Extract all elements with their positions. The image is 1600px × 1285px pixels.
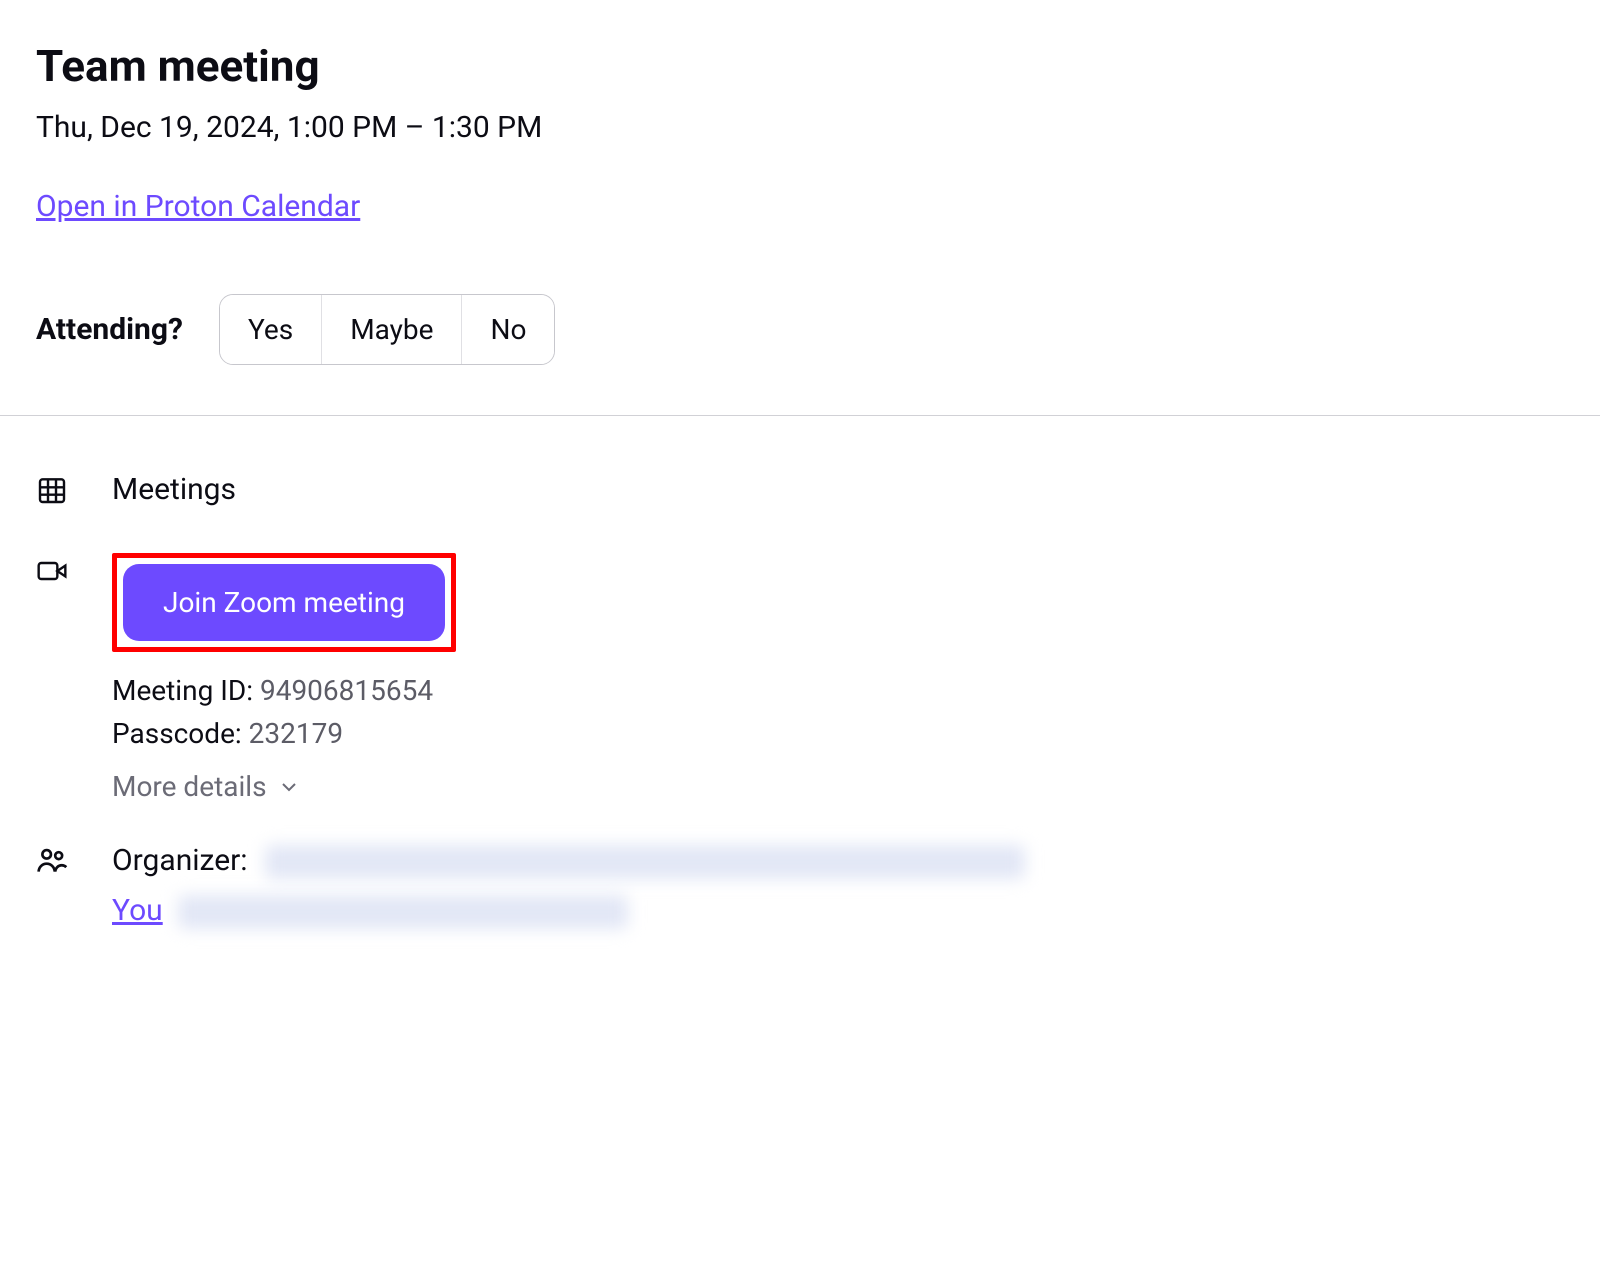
you-link[interactable]: You xyxy=(112,893,163,928)
open-in-calendar-link[interactable]: Open in Proton Calendar xyxy=(36,189,360,224)
meeting-id-label: Meeting ID: xyxy=(112,674,253,707)
passcode-row: Passcode: 232179 xyxy=(112,717,1564,750)
video-icon xyxy=(36,553,72,594)
attending-label: Attending? xyxy=(36,312,183,347)
you-line: You xyxy=(112,893,1564,929)
meeting-id-value: 94906815654 xyxy=(260,674,433,707)
participants-row: Organizer: You xyxy=(36,843,1564,943)
video-conference-row: Join Zoom meeting Meeting ID: 9490681565… xyxy=(36,553,1564,803)
people-icon xyxy=(36,843,72,884)
more-details-label: More details xyxy=(112,770,267,803)
join-zoom-button[interactable]: Join Zoom meeting xyxy=(123,564,445,641)
you-redacted xyxy=(178,895,628,929)
highlight-annotation: Join Zoom meeting xyxy=(112,553,456,652)
passcode-label: Passcode: xyxy=(112,717,242,750)
event-title: Team meeting xyxy=(36,40,1564,92)
attending-yes-button[interactable]: Yes xyxy=(220,295,321,364)
passcode-value: 232179 xyxy=(249,717,343,750)
attending-row: Attending? Yes Maybe No xyxy=(36,294,1564,365)
organizer-redacted xyxy=(265,845,1025,879)
attending-no-button[interactable]: No xyxy=(461,295,554,364)
organizer-line: Organizer: xyxy=(112,843,1564,879)
organizer-label: Organizer: xyxy=(112,843,248,878)
more-details-toggle[interactable]: More details xyxy=(112,770,301,803)
section-divider xyxy=(0,415,1600,416)
calendar-row: Meetings xyxy=(36,472,1564,513)
meeting-id-row: Meeting ID: 94906815654 xyxy=(112,674,1564,707)
chevron-down-icon xyxy=(277,775,301,799)
calendar-name: Meetings xyxy=(112,472,1564,507)
attending-button-group: Yes Maybe No xyxy=(219,294,555,365)
calendar-icon xyxy=(36,472,72,513)
attending-maybe-button[interactable]: Maybe xyxy=(321,295,461,364)
event-time-range: Thu, Dec 19, 2024, 1:00 PM – 1:30 PM xyxy=(36,110,1564,145)
